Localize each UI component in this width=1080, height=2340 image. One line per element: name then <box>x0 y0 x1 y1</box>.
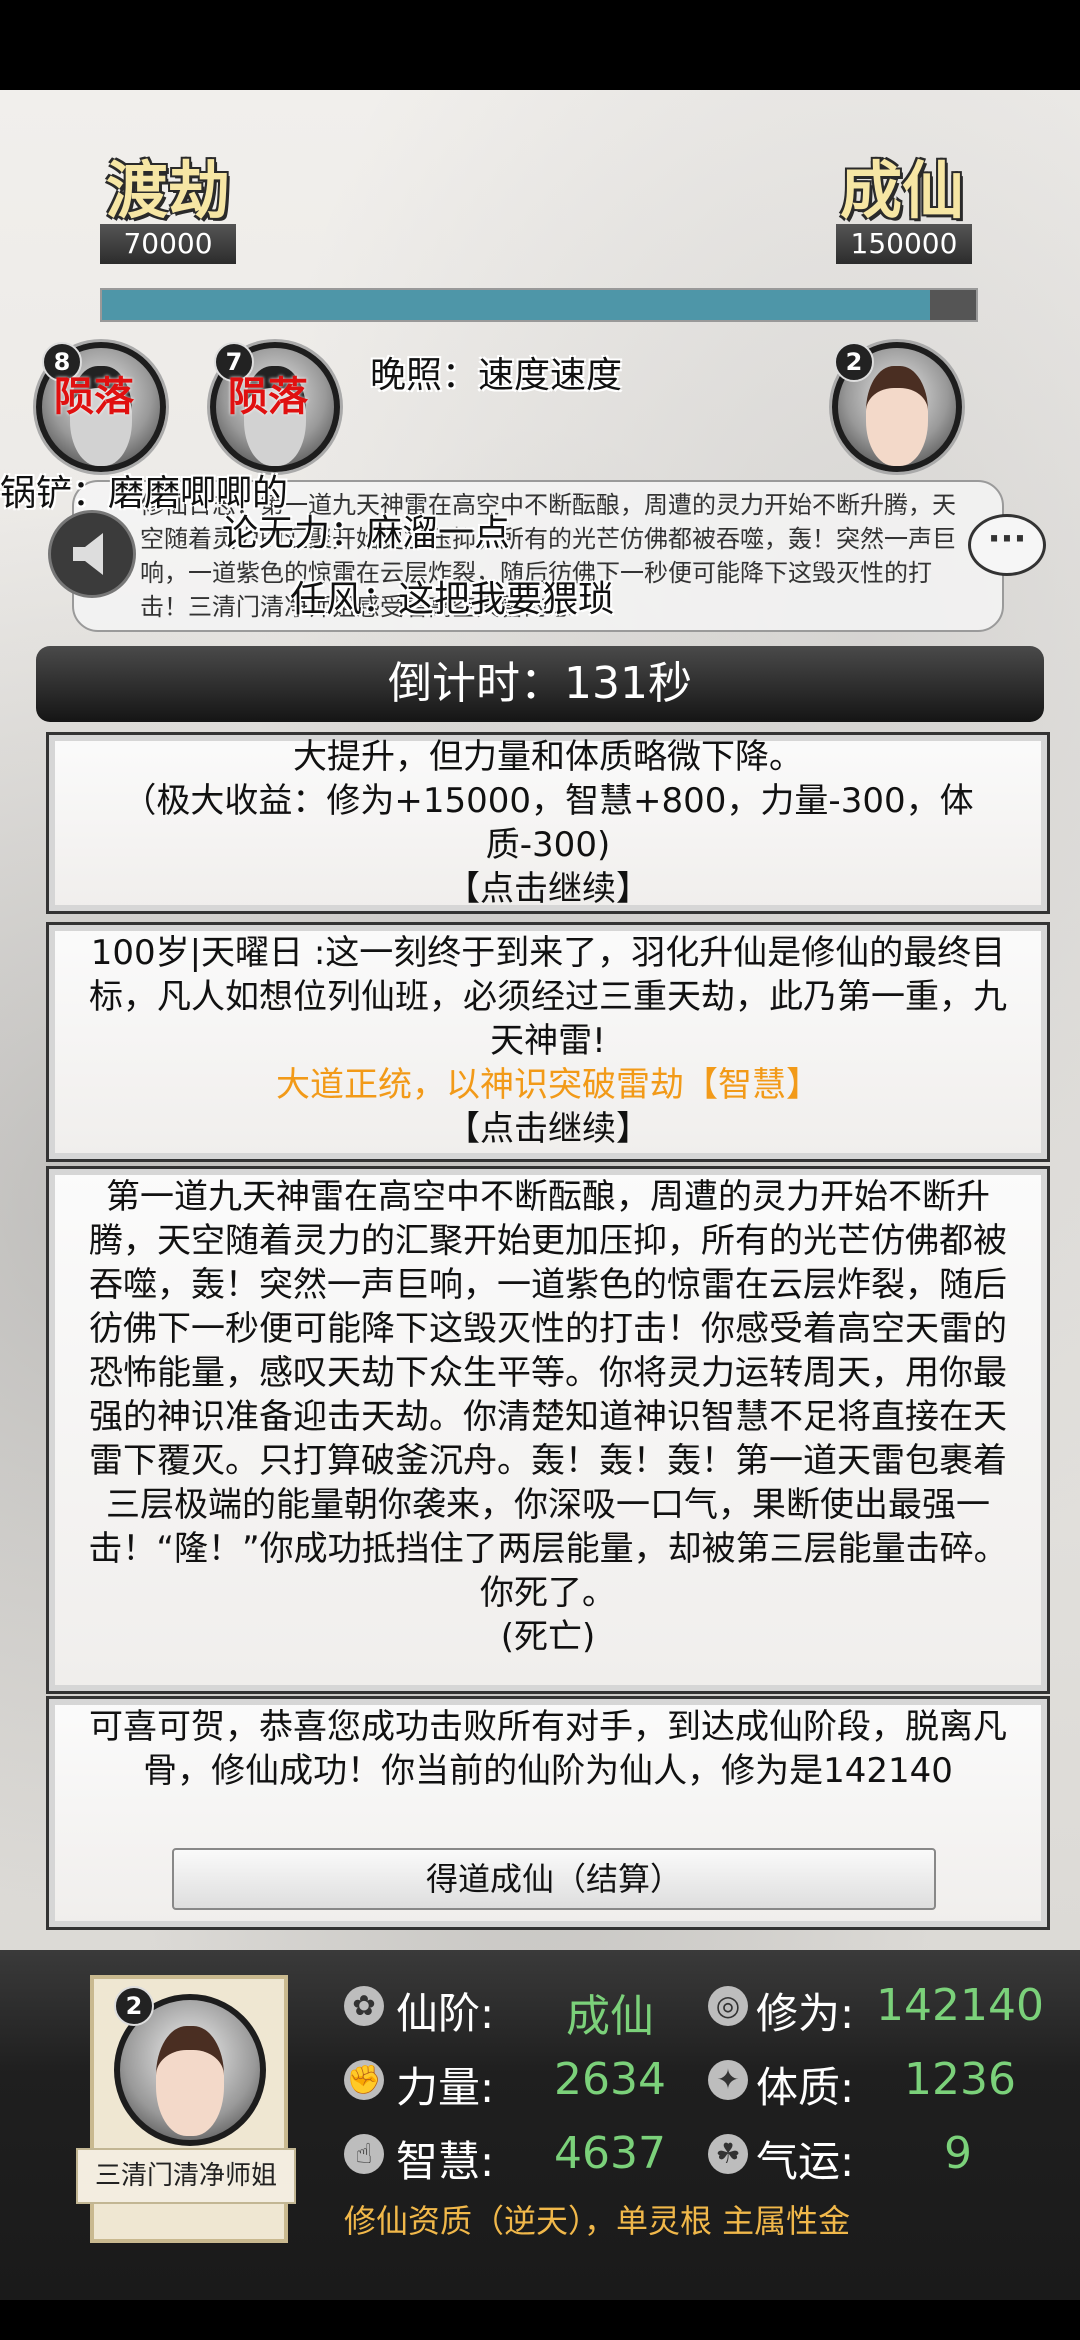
event-card[interactable]: 100岁|天曜日 :这一刻终于到来了，羽化升仙是修仙的最终目标，凡人如想位列仙班… <box>46 922 1050 1162</box>
stage-right-value: 150000 <box>836 224 972 264</box>
player-level-badge: 2 <box>114 1986 154 2026</box>
aptitude-text: 修仙资质（逆天），单灵根 主属性金 <box>344 2202 851 2240</box>
choice-option[interactable]: 大道正统，以神识突破雷劫【智慧】 <box>79 1063 1017 1107</box>
luck-value: 9 <box>944 2128 972 2179</box>
stage-left-title: 渡劫 <box>106 154 231 227</box>
player-name: 三清门清净师姐 <box>76 2148 296 2204</box>
stage-progress-fill <box>102 290 931 320</box>
event-card-text: 大提升，但力量和体质略微下降。 <box>293 737 803 777</box>
wisdom-label: 智慧: <box>396 2137 495 2186</box>
rank-value: 成仙 <box>566 1991 654 2042</box>
rank-label: 仙阶: <box>396 1989 495 2038</box>
continue-link[interactable]: 【点击继续】 <box>79 867 1017 911</box>
navigation-bar <box>0 2300 1080 2340</box>
strength-icon: ✊ <box>344 2060 384 2100</box>
strength-label: 力量: <box>396 2063 495 2112</box>
stage-right-title: 成仙 <box>840 154 965 227</box>
event-card: 第一道九天神雷在高空中不断酝酿，周遭的灵力开始不断升腾，天空随着灵力的汇聚开始更… <box>46 1166 1050 1694</box>
luck-label: 气运: <box>756 2137 855 2186</box>
horn-icon[interactable] <box>48 510 136 598</box>
luck-icon: ☘ <box>708 2134 748 2174</box>
wisdom-value: 4637 <box>554 2128 666 2179</box>
stage-progress-bar <box>100 288 978 322</box>
constitution-label: 体质: <box>756 2063 855 2112</box>
chat-icon[interactable]: ··· <box>968 514 1046 576</box>
event-card-gain-text: （极大收益：修为+15000，智慧+800，力量-300，体质-300) <box>122 781 974 865</box>
strength-value: 2634 <box>554 2054 666 2105</box>
opponent-fallen-label-2: 陨落 <box>228 374 308 420</box>
stage-left-value: 70000 <box>100 224 236 264</box>
cultivation-icon: ◎ <box>708 1986 748 2026</box>
continue-link[interactable]: 【点击继续】 <box>79 1107 1017 1151</box>
countdown-bar: 倒计时：131秒 <box>36 646 1044 722</box>
opponent-fallen-label-1: 陨落 <box>54 374 134 420</box>
event-card-text: 100岁|天曜日 :这一刻终于到来了，羽化升仙是修仙的最终目标，凡人如想位列仙班… <box>89 933 1007 1061</box>
danmaku-comment: 晚照：速度速度 <box>370 355 623 396</box>
cultivation-label: 修为: <box>756 1989 855 2038</box>
status-bar <box>0 0 1080 90</box>
danmaku-comment: 论无力：麻溜一点 <box>222 513 511 554</box>
wisdom-icon: ☝ <box>344 2134 384 2174</box>
settle-button[interactable]: 得道成仙（结算） <box>172 1848 936 1910</box>
cultivation-value: 142140 <box>876 1980 1044 2031</box>
rank-icon: ✿ <box>344 1986 384 2026</box>
event-result: (死亡) <box>500 1617 596 1657</box>
self-mini-level-badge: 2 <box>834 342 874 382</box>
danmaku-comment: 任风：这把我要猥琐 <box>290 579 615 620</box>
constitution-icon: ✦ <box>708 2060 748 2100</box>
event-card-text: 可喜可贺，恭喜您成功击败所有对手，到达成仙阶段，脱离凡骨，修仙成功！你当前的仙阶… <box>89 1707 1007 1791</box>
constitution-value: 1236 <box>904 2054 1016 2105</box>
event-card[interactable]: 大提升，但力量和体质略微下降。 （极大收益：修为+15000，智慧+800，力量… <box>46 732 1050 914</box>
event-card-text: 第一道九天神雷在高空中不断酝酿，周遭的灵力开始不断升腾，天空随着灵力的汇聚开始更… <box>88 1177 1008 1613</box>
